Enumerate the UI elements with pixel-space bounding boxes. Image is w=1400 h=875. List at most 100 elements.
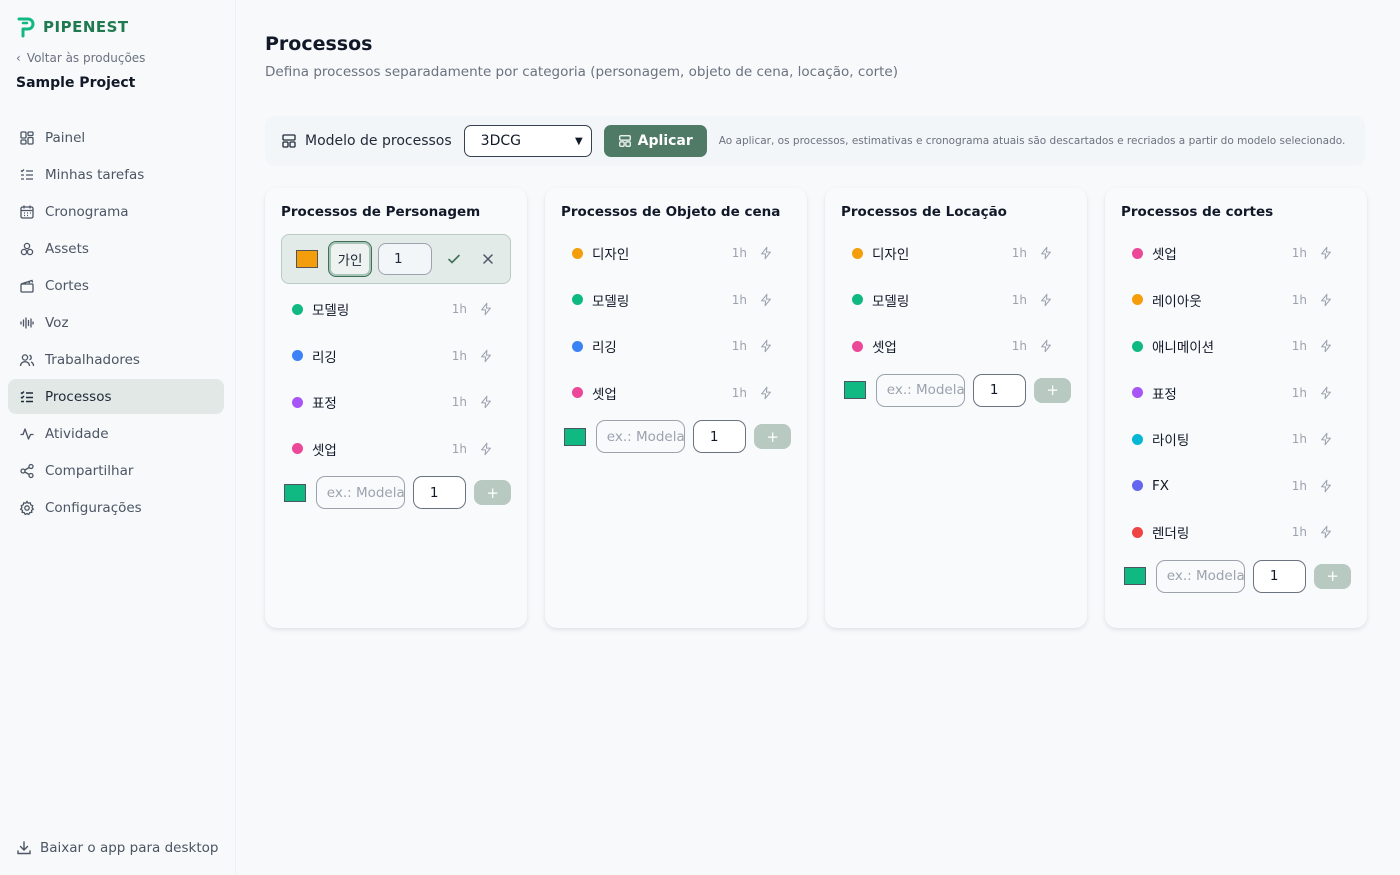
process-item[interactable]: 모델링 1h (281, 290, 511, 328)
sidebar-item-minhas-tarefas[interactable]: Minhas tarefas (8, 157, 224, 192)
check-icon[interactable] (446, 251, 462, 267)
download-desktop-app-link[interactable]: Baixar o app para desktop (16, 840, 218, 856)
process-item[interactable]: FX 1h (1121, 467, 1351, 505)
zap-icon[interactable] (759, 293, 773, 307)
close-icon[interactable] (480, 251, 496, 267)
process-item[interactable]: 애니메이션 1h (1121, 327, 1351, 365)
zap-icon[interactable] (1039, 339, 1053, 353)
process-hours: 1h (1291, 525, 1307, 539)
color-swatch[interactable] (296, 250, 318, 268)
add-process-button[interactable]: + (754, 424, 791, 449)
process-name: 애니메이션 (1152, 340, 1215, 356)
new-process-name-input[interactable]: ex.: Modelagem (1155, 559, 1245, 593)
process-hours: 1h (451, 395, 467, 409)
process-hours: 1h (1011, 246, 1027, 260)
add-process-button[interactable]: + (474, 480, 511, 505)
zap-icon[interactable] (759, 246, 773, 260)
process-item[interactable]: 표정 1h (281, 383, 511, 421)
zap-icon[interactable] (1039, 293, 1053, 307)
process-item[interactable]: 리깅 1h (281, 337, 511, 375)
template-label: Modelo de processos (281, 133, 452, 149)
sidebar-item-label: Compartilhar (45, 462, 134, 479)
add-process-row: ex.: Modelagem 1 + (841, 373, 1071, 407)
process-name: 표정 (1152, 386, 1177, 403)
zap-icon[interactable] (1319, 339, 1333, 353)
assets-icon (20, 242, 34, 255)
new-process-name-input[interactable]: ex.: Modelagem (875, 373, 965, 407)
process-item[interactable]: 셋업 1h (281, 430, 511, 468)
process-item[interactable]: 모델링 1h (561, 281, 791, 319)
zap-icon[interactable] (1319, 386, 1333, 400)
zap-icon[interactable] (1319, 525, 1333, 539)
sidebar-item-cronograma[interactable]: Cronograma (8, 194, 224, 229)
add-process-button[interactable]: + (1314, 563, 1351, 589)
process-item[interactable]: 디자인 1h (841, 234, 1071, 272)
process-name-input[interactable]: 가인 (328, 241, 372, 277)
new-process-hours-input[interactable]: 1 (972, 373, 1027, 407)
zap-icon[interactable] (479, 349, 493, 363)
process-item[interactable]: 셋업 1h (561, 374, 791, 412)
page-subtitle: Defina processos separadamente por categ… (265, 64, 898, 80)
sidebar-item-compartilhar[interactable]: Compartilhar (8, 453, 224, 488)
app-logo[interactable]: PIPENEST (16, 16, 129, 38)
new-process-hours-input[interactable]: 1 (1252, 559, 1307, 593)
apply-template-button[interactable]: Aplicar (603, 125, 707, 157)
add-process-row: ex.: Modelagem 1 + (281, 476, 511, 509)
new-color-swatch[interactable] (564, 427, 586, 446)
back-to-productions-link[interactable]: ‹ Voltar às produções (16, 51, 145, 65)
project-name: Sample Project (16, 75, 136, 91)
zap-icon[interactable] (1319, 246, 1333, 260)
new-process-name-input[interactable]: ex.: Modelagem (315, 476, 405, 509)
new-process-hours-input[interactable]: 1 (692, 420, 747, 453)
sidebar-item-processos[interactable]: Processos (8, 379, 224, 414)
page-title: Processos (265, 33, 373, 55)
template-select[interactable]: 3DCG ▼ (463, 125, 592, 157)
process-item[interactable]: 렌더링 1h (1121, 513, 1351, 551)
process-list: 셋업 1h 레이아웃 1h 애니메이션 1h 표정 1h 라이팅 1h FX 1… (1121, 234, 1351, 593)
process-item[interactable]: 레이아웃 1h (1121, 281, 1351, 319)
new-color-swatch[interactable] (844, 381, 866, 399)
zap-icon[interactable] (1319, 432, 1333, 446)
process-item[interactable]: 셋업 1h (1121, 234, 1351, 272)
sidebar-item-label: Configurações (45, 499, 142, 516)
process-color-dot (1132, 294, 1143, 305)
gear-icon (19, 499, 35, 515)
new-process-name-input[interactable]: ex.: Modelagem (595, 420, 685, 453)
process-item[interactable]: 모델링 1h (841, 281, 1071, 319)
zap-icon[interactable] (759, 339, 773, 353)
process-color-dot (572, 294, 583, 305)
process-item[interactable]: 리깅 1h (561, 327, 791, 365)
users-icon (19, 353, 35, 366)
zap-icon[interactable] (479, 302, 493, 316)
add-process-button[interactable]: + (1034, 377, 1071, 403)
pipenest-logo-icon (17, 17, 35, 38)
sidebar-item-cortes[interactable]: Cortes (8, 268, 224, 303)
zap-icon[interactable] (1319, 293, 1333, 307)
zap-icon[interactable] (1039, 246, 1053, 260)
sidebar-item-assets[interactable]: Assets (8, 231, 224, 266)
download-label: Baixar o app para desktop (40, 840, 219, 856)
process-item[interactable]: 셋업 1h (841, 327, 1071, 365)
zap-icon[interactable] (1319, 479, 1333, 493)
new-process-hours-input[interactable]: 1 (412, 476, 467, 509)
process-hours-input[interactable]: 1 (378, 243, 432, 275)
process-color-dot (1132, 247, 1143, 259)
zap-icon[interactable] (479, 395, 493, 409)
process-item[interactable]: 라이팅 1h (1121, 420, 1351, 458)
process-color-dot (852, 294, 863, 305)
process-item[interactable]: 표정 1h (1121, 374, 1351, 412)
sidebar-item-atividade[interactable]: Atividade (8, 416, 224, 451)
process-name: FX (1152, 477, 1170, 494)
sidebar-item-trabalhadores[interactable]: Trabalhadores (8, 342, 224, 377)
process-item[interactable]: 디자인 1h (561, 234, 791, 272)
new-color-swatch[interactable] (1124, 567, 1146, 585)
activity-icon (20, 427, 34, 440)
process-list-icon (20, 390, 33, 402)
sidebar-item-configuracoes[interactable]: Configurações (8, 490, 224, 525)
process-name: 셋업 (1152, 247, 1177, 263)
new-color-swatch[interactable] (284, 483, 306, 502)
zap-icon[interactable] (479, 442, 493, 456)
sidebar-item-painel[interactable]: Painel (8, 120, 224, 155)
sidebar-item-voz[interactable]: Voz (8, 305, 224, 340)
zap-icon[interactable] (759, 386, 773, 400)
